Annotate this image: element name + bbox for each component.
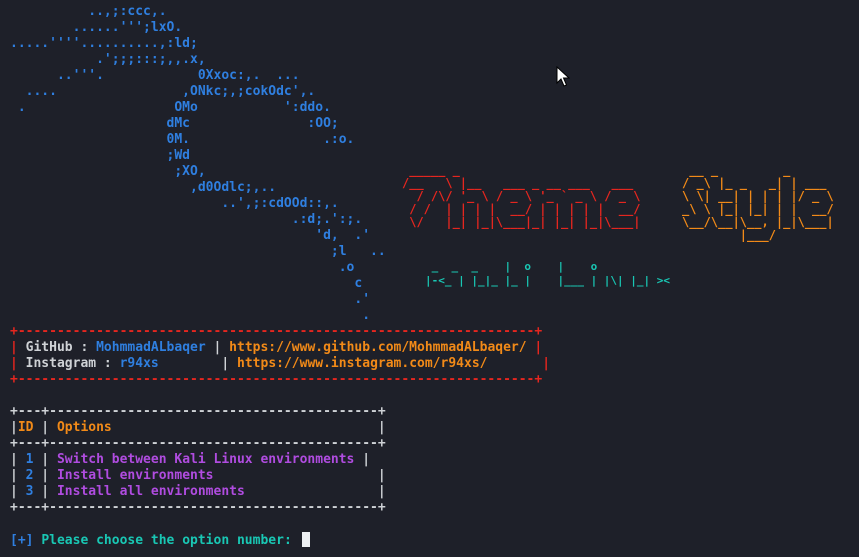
- subtitle-ascii-art: _ _ _ | o | o |-<_ | |_|_ |_ | |___ | |\…: [425, 260, 671, 287]
- option-install-environments[interactable]: Install environments: [57, 468, 214, 483]
- table-border-bottom: +---+-----------------------------------…: [10, 500, 386, 515]
- github-username: MohmmadALbaqer: [96, 340, 206, 355]
- table-header-id: ID: [17, 420, 34, 435]
- kali-dragon-ascii-art: ..,;:ccc,. ......''';lxO. .....''''.....…: [10, 4, 386, 323]
- social-box-border-top: +---------------------------------------…: [10, 324, 543, 339]
- option-switch-environments[interactable]: Switch between Kali Linux environments: [57, 452, 354, 467]
- table-border-top: +---+-----------------------------------…: [10, 404, 386, 419]
- github-label: GitHub: [25, 340, 73, 355]
- social-box-border-bottom: +---------------------------------------…: [10, 372, 543, 387]
- table-header-options: Options: [56, 420, 112, 435]
- mouse-pointer-icon: [556, 66, 570, 87]
- github-url-link[interactable]: https://www.github.com/MohmmadALbaqer/: [229, 340, 526, 355]
- terminal-window[interactable]: ..,;:ccc,. ......''';lxO. .....''''.....…: [0, 0, 859, 557]
- option-id: 2: [25, 468, 34, 483]
- options-table: +---+-----------------------------------…: [10, 404, 386, 515]
- table-border-mid: +---+-----------------------------------…: [10, 436, 386, 451]
- input-prompt-line[interactable]: [+] Please choose the option number:: [10, 532, 310, 549]
- prompt-prefix: [+]: [10, 533, 34, 548]
- instagram-username: r94xs: [119, 356, 159, 371]
- theme-title-ascii-art: _____ _ /__ \ |__ ___ _ __ ___ ___ / /\/…: [402, 163, 641, 229]
- instagram-url-link[interactable]: https://www.instagram.com/r94xs/: [237, 356, 487, 371]
- option-install-all-environments[interactable]: Install all environments: [57, 484, 245, 499]
- text-cursor[interactable]: [301, 532, 310, 547]
- option-id: 3: [25, 484, 34, 499]
- social-links-box: +---------------------------------------…: [10, 324, 551, 387]
- option-id: 1: [25, 452, 34, 467]
- prompt-text: Please choose the option number:: [41, 533, 292, 548]
- style-title-ascii-art: __ _ _ / _\ |_ _ _| | ___ \ \| __| | | |…: [682, 163, 834, 242]
- instagram-label: Instagram: [25, 356, 97, 371]
